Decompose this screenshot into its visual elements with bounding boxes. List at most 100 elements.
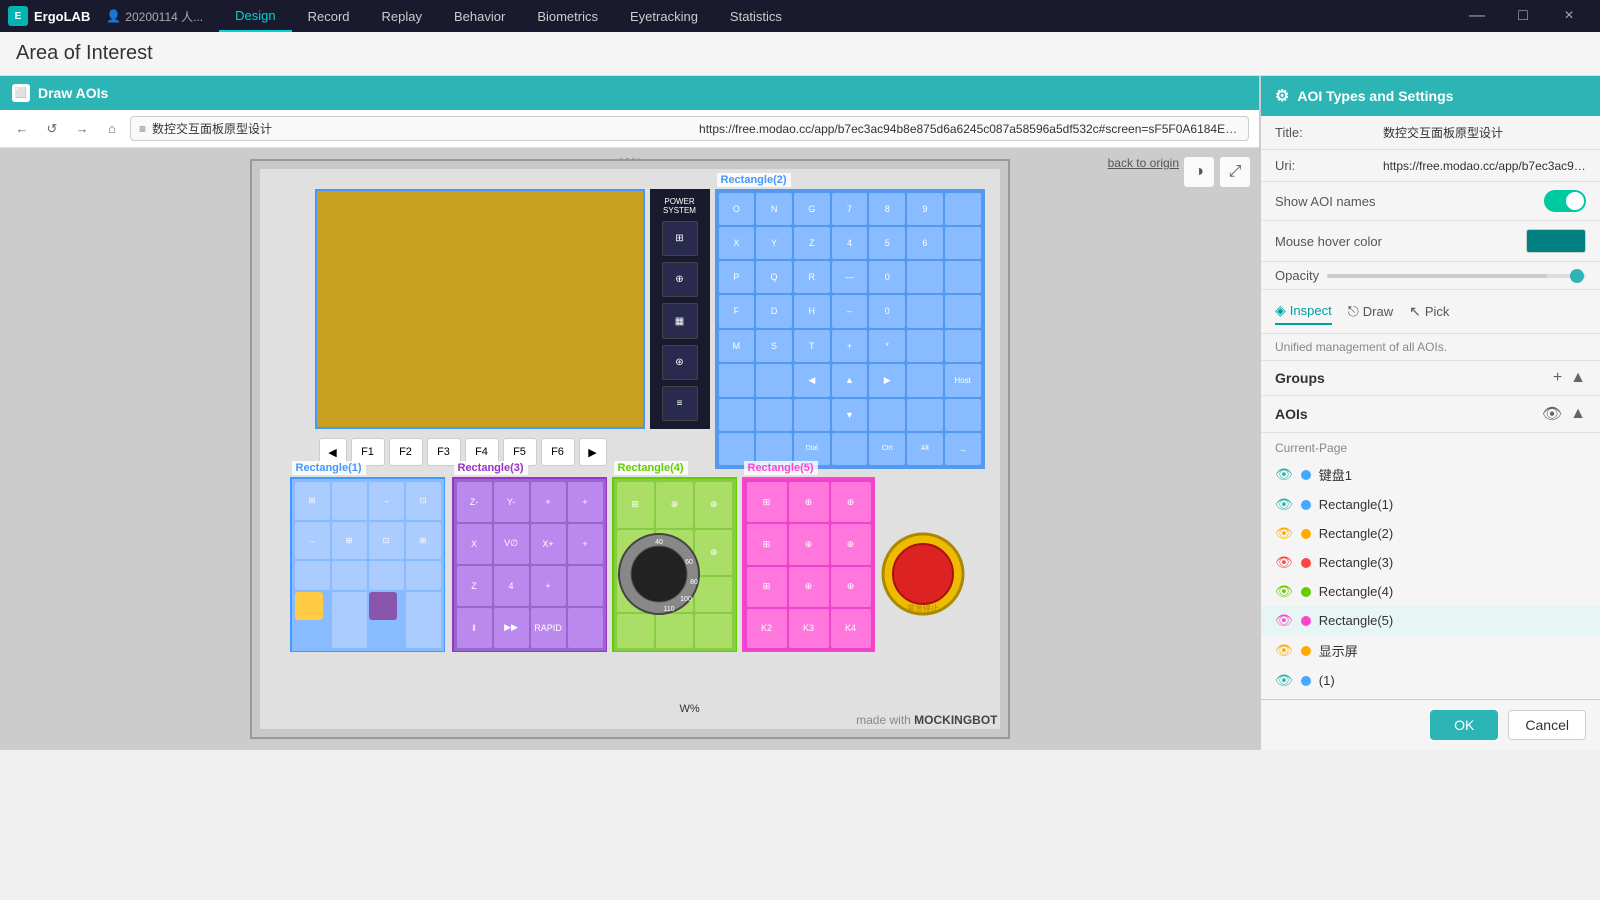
- page-title: Area of Interest: [0, 32, 1600, 76]
- aoi-item-rectangle1[interactable]: 👁 Rectangle(1): [1261, 490, 1600, 519]
- aoi-item-rectangle3[interactable]: 👁 Rectangle(3): [1261, 548, 1600, 577]
- aoi-item-rectangle4[interactable]: 👁 Rectangle(4): [1261, 577, 1600, 606]
- aoi-color-rectangle1: [1301, 500, 1311, 510]
- keyboard-grid-top: O N G 7 8 9 X Y Z 4 5 6 P: [715, 189, 985, 469]
- aoi-color-rectangle2: [1301, 529, 1311, 539]
- opacity-slider-fill: [1327, 274, 1547, 278]
- aoi-eye-rectangle5[interactable]: 👁: [1275, 612, 1293, 629]
- current-page-label: Current-Page: [1261, 437, 1600, 459]
- watermark: made with MOCKINGBOT: [856, 713, 997, 727]
- refresh-button[interactable]: ↺: [40, 117, 64, 141]
- rect3-grid: Z- Y- + + X V∅ X+ + Z 4 + ‖ ▶▶: [454, 479, 606, 651]
- aoi-eye-rectangle1[interactable]: 👁: [1275, 496, 1293, 513]
- groups-section-header[interactable]: Groups + ▲: [1261, 361, 1600, 396]
- window-controls: — □ ×: [1454, 0, 1592, 32]
- aoi-eye-rectangle2[interactable]: 👁: [1275, 525, 1293, 542]
- aoi-item-rectangle2[interactable]: 👁 Rectangle(2): [1261, 519, 1600, 548]
- aoi-eye-rectangle3[interactable]: 👁: [1275, 554, 1293, 571]
- svg-text:40: 40: [655, 539, 663, 546]
- mouse-hover-color-label: Mouse hover color: [1275, 234, 1382, 249]
- tab-eyetracking[interactable]: Eyetracking: [614, 0, 714, 32]
- inspect-icon: ◈: [1275, 302, 1286, 319]
- rect5-grid: ⊞ ⊕ ⊕ ⊞ ⊕ ⊕ ⊞ ⊕ ⊕ K2 K3 K4: [744, 479, 874, 651]
- opacity-slider[interactable]: [1327, 274, 1586, 278]
- url-bar: ← ↺ → ⌂ ≡ 数控交互面板原型设计 https://free.modao.…: [0, 110, 1259, 148]
- rect1-grid: ⊞ → ⊡ → ⊞ ⊡ ⊞: [292, 479, 444, 651]
- show-aoi-names-label: Show AOI names: [1275, 194, 1375, 209]
- aoi-name-rectangle5: Rectangle(5): [1319, 613, 1586, 628]
- ok-button[interactable]: OK: [1430, 710, 1498, 740]
- aoi-name-rectangle3: Rectangle(3): [1319, 555, 1586, 570]
- aois-visibility-button[interactable]: 👁: [1542, 404, 1562, 424]
- titlebar: E ErgoLAB 👤 20200114 人... Design Record …: [0, 0, 1600, 32]
- tab-inspect[interactable]: ◈ Inspect: [1275, 298, 1332, 325]
- right-panel-title: AOI Types and Settings: [1297, 88, 1453, 104]
- mouse-hover-color-swatch[interactable]: [1526, 229, 1586, 253]
- tab-design[interactable]: Design: [219, 0, 291, 32]
- minimize-button[interactable]: —: [1454, 0, 1500, 32]
- nav-tabs: Design Record Replay Behavior Biometrics…: [219, 0, 1454, 32]
- aoi-eye-1[interactable]: 👁: [1275, 672, 1293, 689]
- fullscreen-button[interactable]: ⤢: [1219, 156, 1251, 188]
- groups-title: Groups: [1275, 370, 1553, 386]
- opacity-slider-thumb[interactable]: [1570, 269, 1584, 283]
- logo-icon: E: [8, 6, 28, 26]
- emergency-button[interactable]: 紧急停止: [878, 529, 968, 619]
- cancel-button[interactable]: Cancel: [1508, 710, 1586, 740]
- tab-draw[interactable]: ⎋ Draw: [1348, 299, 1393, 324]
- aois-collapse-button[interactable]: ▲: [1570, 405, 1586, 423]
- right-panel: ⚙ AOI Types and Settings Title: 数控交互面板原型…: [1260, 76, 1600, 750]
- aoi-color-rectangle4: [1301, 587, 1311, 597]
- aoi-name-display: 显示屏: [1319, 641, 1586, 660]
- home-button[interactable]: ⌂: [100, 117, 124, 141]
- uri-value: https://free.modao.cc/app/b7ec3ac94b8e87…: [1383, 159, 1586, 173]
- show-aoi-names-toggle[interactable]: [1544, 190, 1586, 212]
- groups-collapse-button[interactable]: ▲: [1570, 369, 1586, 387]
- inspect-label: Inspect: [1290, 303, 1332, 318]
- pick-icon: ↖: [1409, 303, 1421, 320]
- display-area: [315, 189, 645, 429]
- power-panel: POWER SYSTEM ⊞ ⊕ ▦ ⊛ ≡: [650, 189, 710, 429]
- aoi-eye-rectangle4[interactable]: 👁: [1275, 583, 1293, 600]
- show-aoi-names-row: Show AOI names: [1261, 182, 1600, 221]
- aoi-item-rectangle5[interactable]: 👁 Rectangle(5): [1261, 606, 1600, 635]
- svg-text:60: 60: [685, 559, 693, 566]
- forward-button[interactable]: →: [70, 117, 94, 141]
- contrast-button[interactable]: ◑: [1183, 156, 1215, 188]
- title-value: 数控交互面板原型设计: [1383, 124, 1586, 141]
- aoi-item-keyboard1[interactable]: 👁 键盘1: [1261, 459, 1600, 490]
- tab-pick[interactable]: ↖ Pick: [1409, 299, 1449, 324]
- aoi-eye-keyboard1[interactable]: 👁: [1275, 466, 1293, 483]
- pick-label: Pick: [1425, 304, 1450, 319]
- canvas-area: 68% back to origin ◑ ⤢ Rectangle(2): [0, 148, 1259, 750]
- tab-replay[interactable]: Replay: [366, 0, 438, 32]
- groups-add-button[interactable]: +: [1553, 369, 1562, 387]
- aoi-eye-display[interactable]: 👁: [1275, 642, 1293, 659]
- settings-icon: ⚙: [1275, 86, 1289, 106]
- mouse-hover-color-row: Mouse hover color: [1261, 221, 1600, 262]
- bottom-buttons: OK Cancel: [1261, 699, 1600, 750]
- title-label: Title:: [1275, 125, 1375, 140]
- aoi-color-1: [1301, 676, 1311, 686]
- close-button[interactable]: ×: [1546, 0, 1592, 32]
- left-panel: Draw AOIs ← ↺ → ⌂ ≡ 数控交互面板原型设计 https://f…: [0, 76, 1260, 750]
- tab-behavior[interactable]: Behavior: [438, 0, 521, 32]
- action-tabs: ◈ Inspect ⎋ Draw ↖ Pick: [1261, 290, 1600, 334]
- url-input-wrap[interactable]: ≡ 数控交互面板原型设计 https://free.modao.cc/app/b…: [130, 116, 1249, 141]
- unified-text: Unified management of all AOIs.: [1261, 334, 1600, 361]
- tab-biometrics[interactable]: Biometrics: [521, 0, 614, 32]
- app-logo: E ErgoLAB: [8, 6, 90, 26]
- tab-record[interactable]: Record: [292, 0, 366, 32]
- maximize-button[interactable]: □: [1500, 0, 1546, 32]
- tab-statistics[interactable]: Statistics: [714, 0, 798, 32]
- w-percent-label: W%: [680, 703, 700, 715]
- url-favicon: ≡: [139, 122, 146, 136]
- aoi-item-display[interactable]: 👁 显示屏: [1261, 635, 1600, 666]
- aoi-item-1[interactable]: 👁 (1): [1261, 666, 1600, 695]
- aoi-color-rectangle3: [1301, 558, 1311, 568]
- fkey-row: ◀ F1 F2 F3 F4 F5 F6 ▶: [315, 435, 645, 469]
- back-to-origin[interactable]: back to origin: [1108, 156, 1179, 170]
- back-button[interactable]: ←: [10, 117, 34, 141]
- svg-text:110: 110: [663, 606, 674, 613]
- aois-section-header[interactable]: AOIs 👁 ▲: [1261, 396, 1600, 433]
